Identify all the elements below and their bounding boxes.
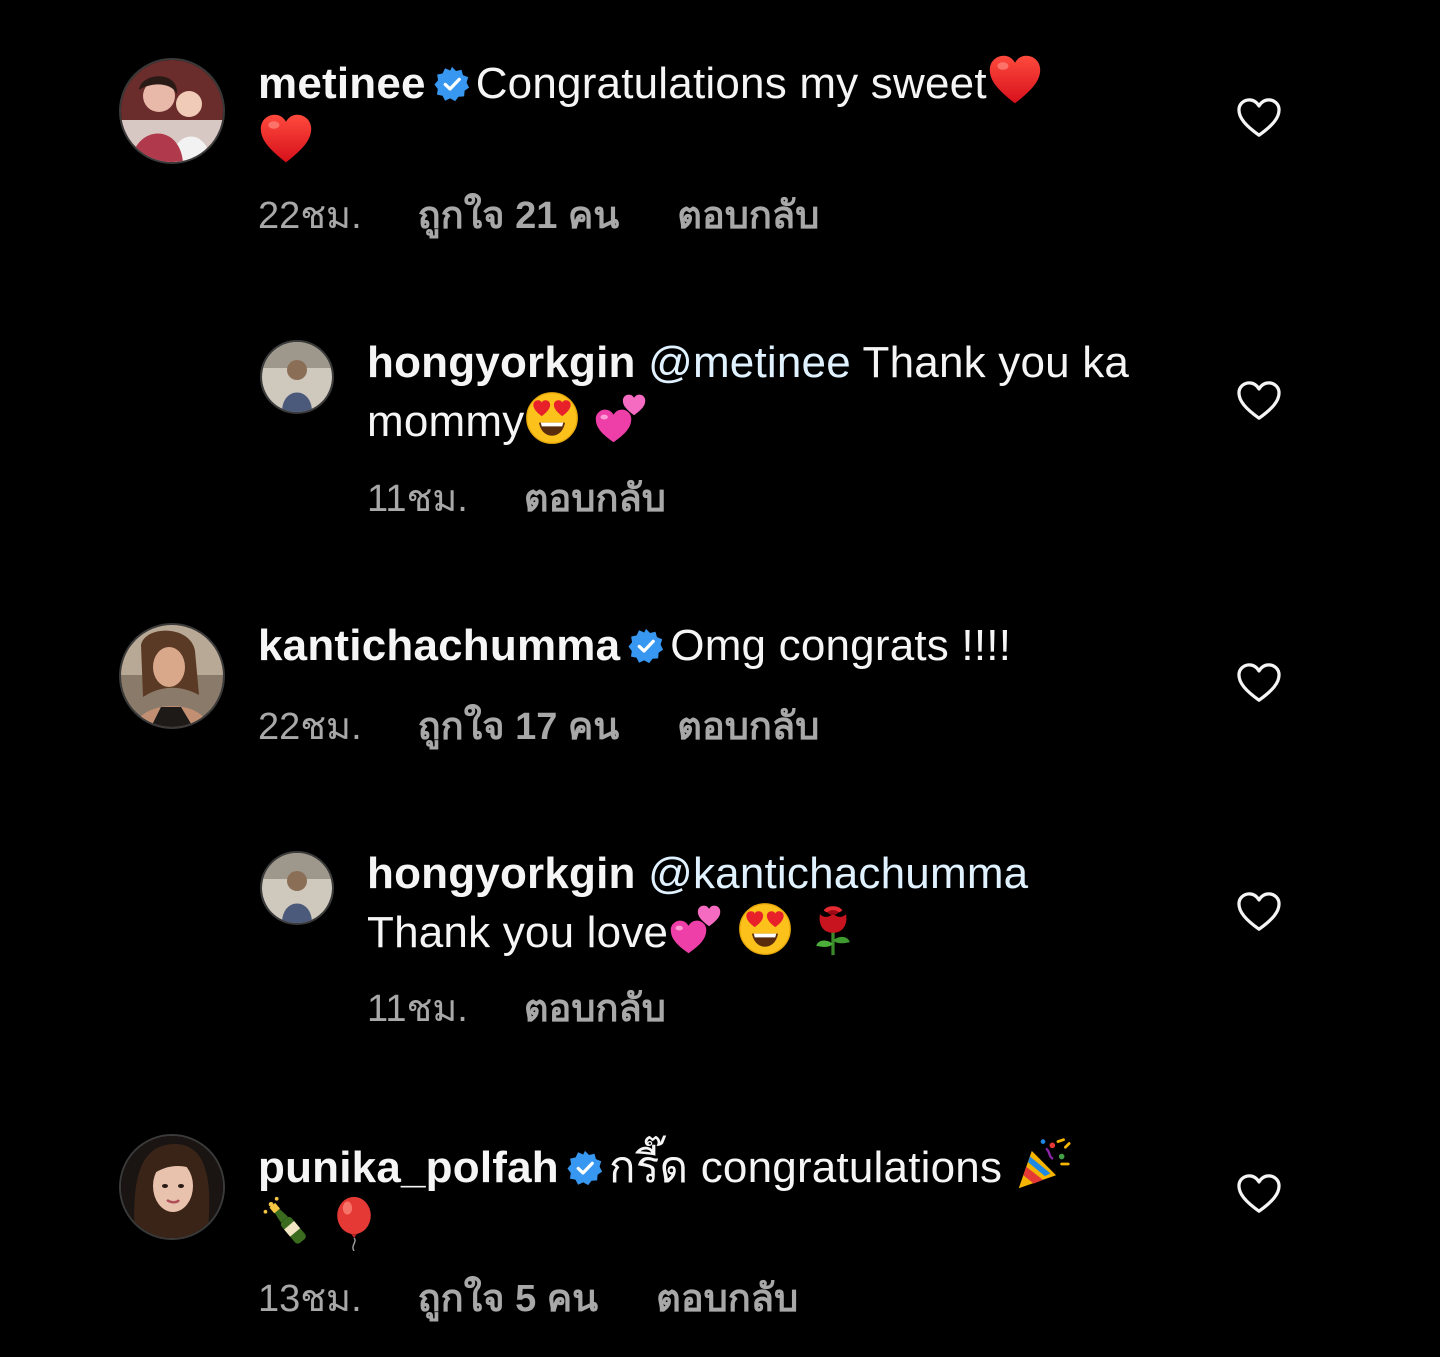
likes-count-link[interactable]: ถูกใจ 5 คน (418, 1276, 598, 1322)
username[interactable]: punika_polfah (258, 1143, 559, 1192)
comment-body: hongyorkgin @metinee Thank you ka mommy (367, 335, 1157, 449)
reply-button[interactable]: ตอบกลับ (524, 986, 666, 1032)
comment-meta: 11ชม. ตอบกลับ (367, 986, 666, 1032)
comment-meta: 13ชม. ถูกใจ 5 คน ตอบกลับ (258, 1276, 798, 1322)
champagne-icon (258, 1195, 314, 1251)
two-hearts-icon (593, 390, 649, 446)
comment-meta: 11ชม. ตอบกลับ (367, 476, 666, 522)
verified-badge-icon (628, 628, 664, 664)
comment-body: kantichachumma Omg congrats !!!! (258, 618, 1158, 673)
username[interactable]: hongyorkgin (367, 849, 636, 898)
avatar[interactable] (119, 1134, 225, 1240)
reply-button[interactable]: ตอบกลับ (677, 704, 819, 750)
username[interactable]: hongyorkgin (367, 338, 636, 387)
comment-text: Thank you love (367, 908, 669, 957)
two-hearts-icon (668, 901, 724, 957)
avatar[interactable] (119, 58, 225, 164)
timestamp: 22ชม. (258, 706, 362, 748)
balloon-icon (326, 1195, 382, 1251)
like-heart-icon[interactable] (1236, 662, 1282, 704)
timestamp: 11ชม. (367, 478, 468, 520)
rose-icon (805, 901, 861, 957)
timestamp: 22ชม. (258, 195, 362, 237)
comment-meta: 22ชม. ถูกใจ 17 คน ตอบกลับ (258, 704, 819, 750)
username[interactable]: metinee (258, 59, 426, 108)
like-heart-icon[interactable] (1236, 891, 1282, 933)
likes-count-link[interactable]: ถูกใจ 21 คน (418, 193, 620, 239)
username[interactable]: kantichachumma (258, 621, 620, 670)
verified-badge-icon (567, 1150, 603, 1186)
like-heart-icon[interactable] (1236, 97, 1282, 139)
timestamp: 13ชม. (258, 1278, 362, 1320)
comment-body: metinee Congratulations my sweet (258, 52, 1158, 170)
comment-text: Congratulations my sweet (475, 59, 987, 108)
mention-link[interactable]: @metinee (648, 338, 851, 387)
comment-text: Omg congrats !!!! (670, 621, 1012, 670)
avatar[interactable] (260, 851, 334, 925)
timestamp: 11ชม. (367, 988, 468, 1030)
like-heart-icon[interactable] (1236, 380, 1282, 422)
heart-eyes-icon (737, 901, 793, 957)
likes-count-link[interactable]: ถูกใจ 17 คน (418, 704, 620, 750)
avatar[interactable] (119, 623, 225, 729)
party-popper-icon (1015, 1136, 1071, 1192)
reply-button[interactable]: ตอบกลับ (677, 193, 819, 239)
verified-badge-icon (434, 66, 470, 102)
comment-text: กรี๊ด congratulations (608, 1143, 1003, 1192)
comment-body: punika_polfah กรี๊ด congratulations (258, 1136, 1168, 1254)
reply-button[interactable]: ตอบกลับ (524, 476, 666, 522)
red-heart-icon (987, 52, 1043, 108)
red-heart-icon (258, 111, 314, 167)
heart-eyes-icon (524, 390, 580, 446)
avatar[interactable] (260, 340, 334, 414)
mention-link[interactable]: @kantichachumma (648, 849, 1028, 898)
comment-meta: 22ชม. ถูกใจ 21 คน ตอบกลับ (258, 193, 819, 239)
comment-body: hongyorkgin @kantichachumma Thank you lov… (367, 846, 1157, 960)
like-heart-icon[interactable] (1236, 1173, 1282, 1215)
reply-button[interactable]: ตอบกลับ (656, 1276, 798, 1322)
